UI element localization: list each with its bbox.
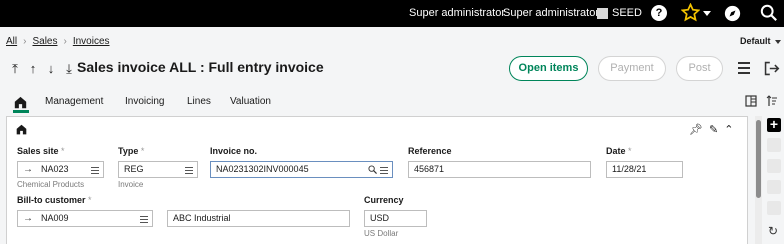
tab-valuation[interactable]: Valuation [230,96,271,107]
help-icon[interactable]: ? [651,5,667,21]
date-label: Date * [606,146,632,156]
lookup-menu-icon[interactable] [91,167,99,176]
scrollbar[interactable] [755,116,762,244]
delete-icon [767,180,781,194]
refresh-icon[interactable]: ↻ [768,224,778,238]
tab-invoicing[interactable]: Invoicing [125,96,164,107]
currency-label: Currency [364,195,404,205]
scrollbar-thumb[interactable] [756,120,761,198]
chevron-right-icon: › [23,36,27,47]
user-menu[interactable]: Super administrator [409,7,505,19]
folder-selector[interactable]: SEED [612,7,642,19]
bill-to-field[interactable]: → NA009 [17,210,153,227]
tab-management[interactable]: Management [45,96,103,107]
chevron-right-icon: › [63,36,67,47]
tab-home[interactable] [13,94,29,113]
tab-lines[interactable]: Lines [187,96,211,107]
record-navigation: ⤒ ↑ ↓ ⤓ [6,61,78,77]
next-record-icon[interactable]: ↓ [42,61,60,76]
breadcrumb-invoices[interactable]: Invoices [73,36,110,47]
chevron-down-icon[interactable] [703,11,711,16]
exit-icon[interactable] [763,60,780,77]
save-icon [767,159,781,173]
breadcrumb-all[interactable]: All [6,36,17,47]
breadcrumb-sales[interactable]: Sales [32,36,57,47]
star-icon[interactable] [681,3,700,22]
pin-icon[interactable]: 📌︎ [689,124,703,136]
reference-label: Reference [408,146,452,156]
add-icon[interactable]: + [767,117,781,132]
copy-icon [767,138,781,152]
invoice-no-label: Invoice no. [210,146,258,156]
home-icon [14,96,27,109]
edit-icon[interactable]: ✎ [709,124,718,136]
menu-icon[interactable] [738,62,750,77]
sales-site-value: NA023 [41,164,69,174]
section-tools: 📌︎ ✎ ⌃ [689,123,733,136]
bill-to-value: NA009 [41,213,69,223]
role-menu[interactable]: Super administrator [503,7,599,19]
previous-record-icon[interactable]: ↑ [24,61,42,76]
invoice-no-value: NA0231302INV000045 [216,164,309,174]
collapse-icon[interactable]: ⌃ [724,124,733,136]
search-icon[interactable] [760,4,778,22]
arrow-right-icon[interactable]: → [23,162,41,177]
folder-icon [597,8,608,19]
invoice-no-field[interactable]: NA0231302INV000045 [210,161,393,178]
home-icon [16,124,27,135]
chevron-down-icon [774,39,781,44]
sales-site-field[interactable]: → NA023 [17,161,104,178]
top-bar: Super administrator Super administrator … [0,0,784,27]
page-title: Sales invoice ALL : Full entry invoice [77,59,324,75]
header-section: 📌︎ ✎ ⌃ Sales site * → NA023 Chemical Produc… [6,116,748,244]
bill-to-name-field[interactable]: ABC Industrial [167,210,350,227]
bill-to-name-value: ABC Industrial [173,213,231,223]
currency-description: US Dollar [364,229,399,238]
first-record-icon[interactable]: ⤒ [6,61,24,77]
view-selector[interactable]: Default [740,36,781,46]
post-button[interactable]: Post [676,56,723,81]
tab-bar: Management Invoicing Lines Valuation [0,91,740,113]
type-field[interactable]: REG [118,161,198,178]
reference-field[interactable]: 456871 [408,161,591,178]
search-icon[interactable] [368,165,377,174]
reference-value: 456871 [414,164,445,174]
sales-site-description: Chemical Products [17,180,85,189]
currency-field[interactable]: USD [364,210,427,227]
type-value: REG [124,164,144,174]
type-label: Type * [118,146,145,156]
sort-icon[interactable] [766,95,778,107]
split-view-icon[interactable] [745,95,757,107]
lookup-menu-icon[interactable] [185,167,193,176]
open-items-button[interactable]: Open items [509,56,588,81]
lookup-menu-icon[interactable] [380,167,388,176]
sales-site-label: Sales site * [17,146,65,156]
type-description: Invoice [118,180,144,189]
payment-button[interactable]: Payment [598,56,666,81]
arrow-right-icon[interactable]: → [23,211,41,226]
view-selector-label: Default [740,36,771,46]
date-field[interactable]: 11/28/21 [606,161,683,178]
date-value: 11/28/21 [612,164,647,174]
compass-icon[interactable] [724,5,741,22]
bill-to-label: Bill-to customer * [17,195,92,205]
last-record-icon[interactable]: ⤓ [60,61,78,77]
lookup-menu-icon[interactable] [140,216,148,225]
currency-value: USD [370,213,390,223]
cancel-icon [767,201,781,215]
breadcrumb: All › Sales › Invoices [6,36,110,47]
